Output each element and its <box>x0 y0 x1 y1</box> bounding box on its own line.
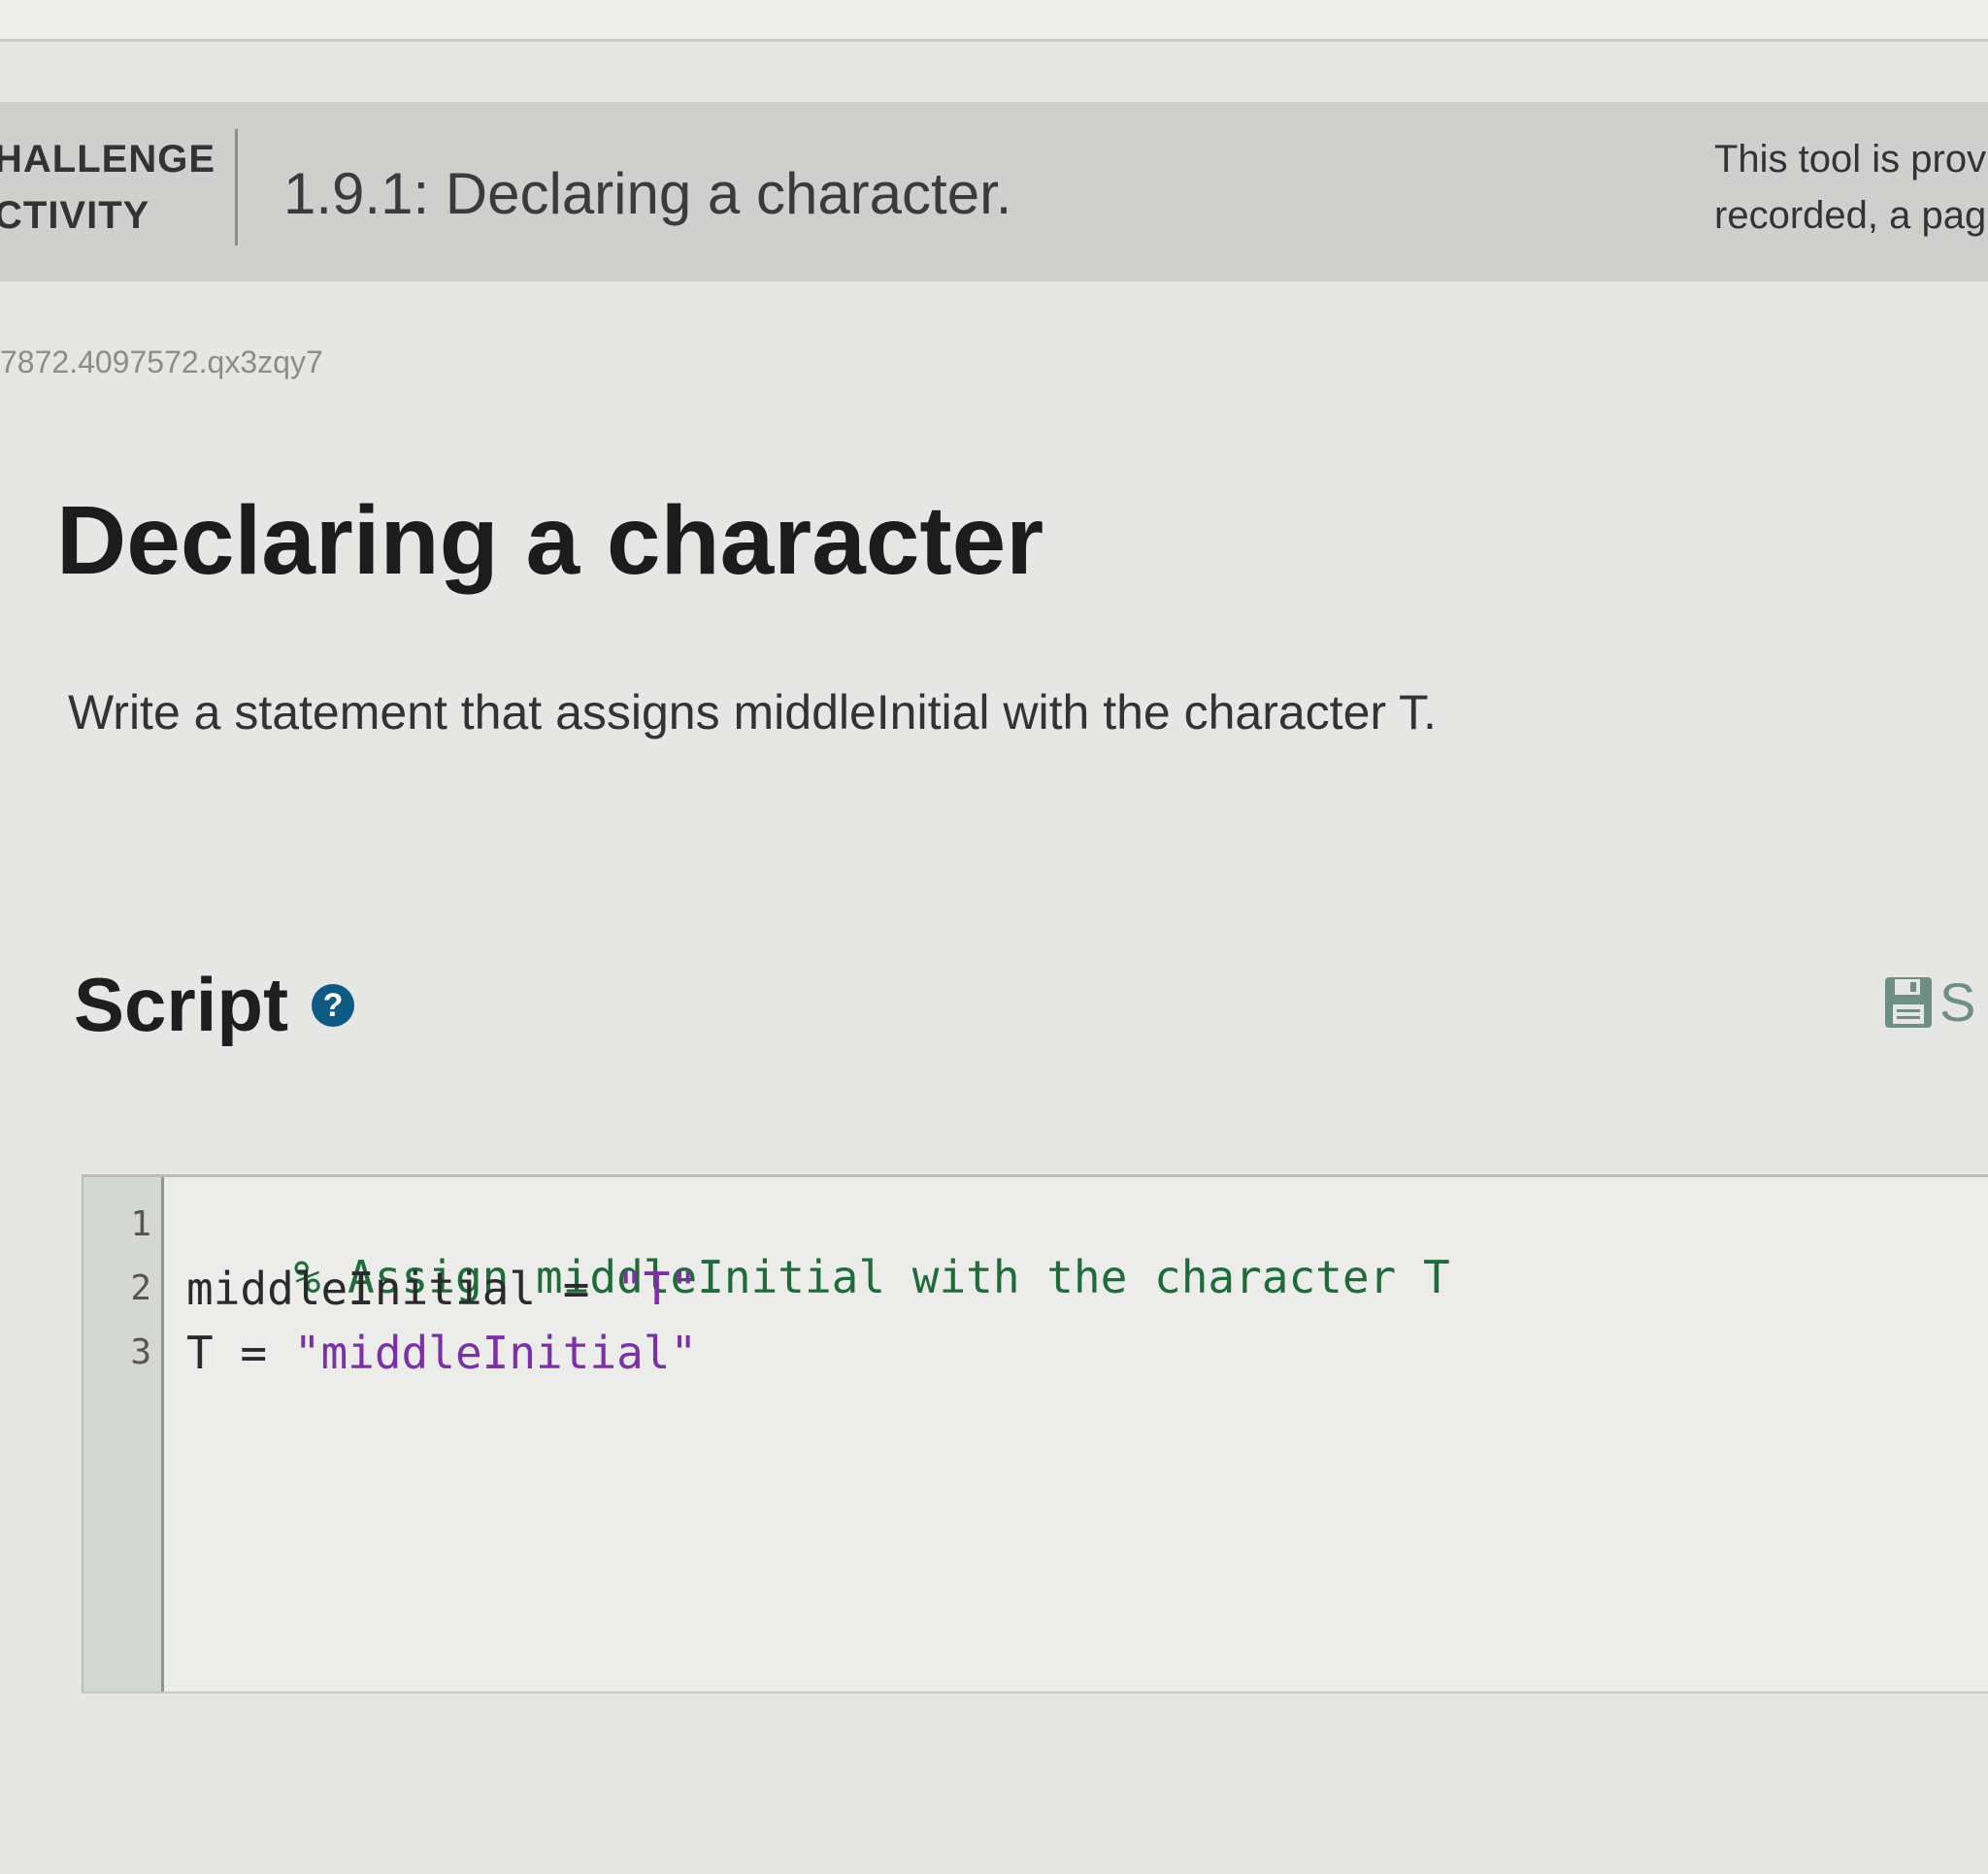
line-number: 2 <box>130 1268 151 1308</box>
tool-notice-line2: recorded, a pag <box>1714 187 1986 244</box>
script-heading: Script ? <box>74 961 354 1049</box>
browser-top-strip <box>0 0 1988 42</box>
script-heading-label: Script <box>74 961 288 1049</box>
instruction-text: Write a statement that assigns middleIni… <box>68 684 1437 740</box>
code-string: "T" <box>616 1263 697 1315</box>
activity-type-line2: CTIVITY <box>0 187 215 244</box>
code-text: T = <box>186 1327 294 1379</box>
activity-title: 1.9.1: Declaring a character. <box>283 160 1011 227</box>
header-divider <box>235 129 238 246</box>
line-number-gutter: 1 2 3 <box>83 1177 164 1692</box>
page-title: Declaring a character <box>56 485 1044 597</box>
tool-notice: This tool is prov recorded, a pag <box>1714 131 1986 244</box>
code-line[interactable]: T = "middleInitial" <box>186 1327 697 1379</box>
code-editor[interactable]: 1 2 3 % Assign middleInitial with the ch… <box>82 1174 1988 1693</box>
line-number: 3 <box>130 1332 151 1372</box>
activity-id: 7872.4097572.qx3zqy7 <box>0 345 323 380</box>
save-label: S <box>1939 970 1975 1034</box>
line-number: 1 <box>130 1204 151 1244</box>
question-circle-icon[interactable]: ? <box>312 984 354 1027</box>
activity-type-line1: HALLENGE <box>0 131 215 187</box>
floppy-disk-icon <box>1883 975 1934 1030</box>
save-button[interactable]: S <box>1883 970 1975 1034</box>
code-text: middleInitial = <box>186 1263 616 1315</box>
code-string: "middleInitial" <box>294 1327 697 1379</box>
code-line[interactable]: middleInitial = "T" <box>186 1263 697 1315</box>
tool-notice-line1: This tool is prov <box>1714 131 1986 187</box>
activity-header: HALLENGE CTIVITY 1.9.1: Declaring a char… <box>0 102 1988 281</box>
activity-type-label: HALLENGE CTIVITY <box>0 131 215 244</box>
